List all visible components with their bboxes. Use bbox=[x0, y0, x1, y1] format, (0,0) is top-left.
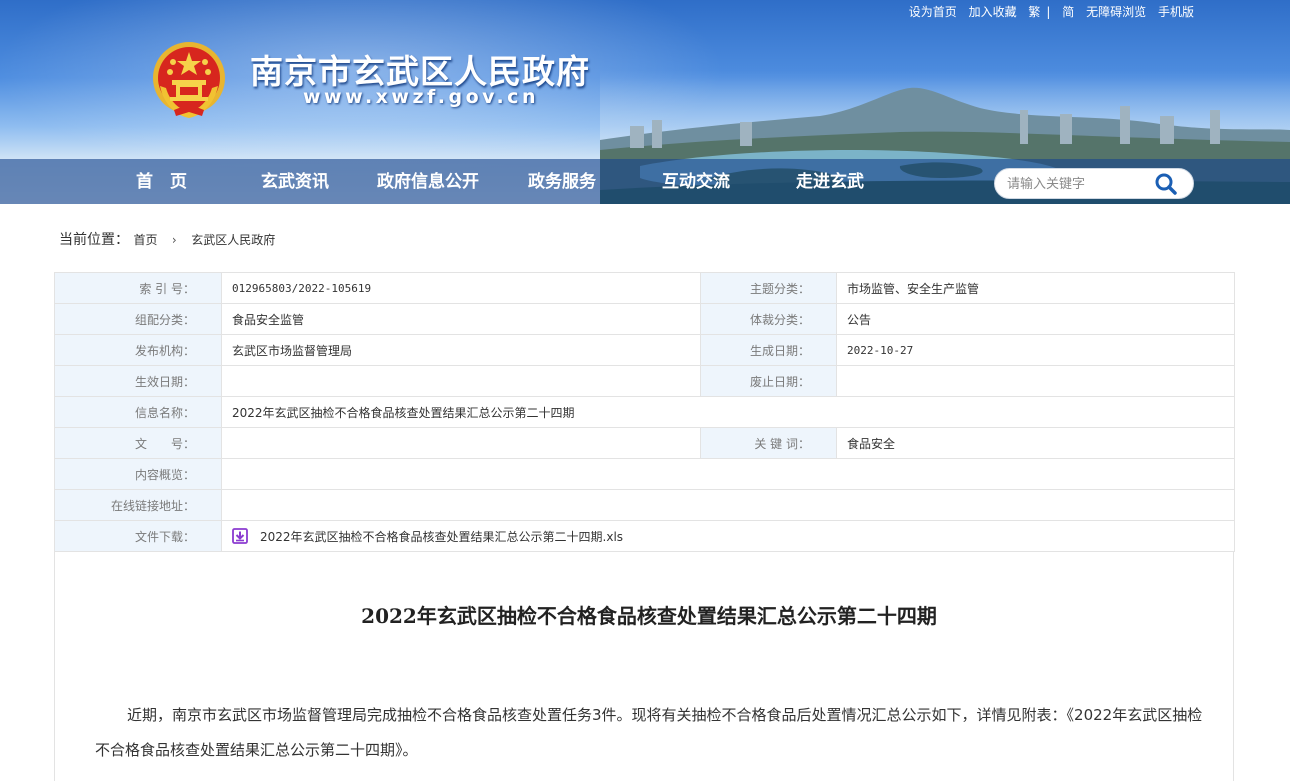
table-row: 生效日期： 废止日期： bbox=[54, 365, 1235, 397]
table-row: 内容概览： bbox=[54, 458, 1235, 490]
search-box bbox=[994, 168, 1194, 199]
expire-date-value bbox=[836, 365, 1235, 397]
search-icon[interactable] bbox=[1153, 172, 1179, 196]
chevron-right-icon: › bbox=[171, 233, 177, 247]
effective-date-value bbox=[221, 365, 701, 397]
effective-date-label: 生效日期： bbox=[54, 365, 222, 397]
created-date-value: 2022-10-27 bbox=[836, 334, 1235, 366]
keywords-label: 关 键 词： bbox=[700, 427, 837, 459]
mobile-version-link[interactable]: 手机版 bbox=[1158, 5, 1194, 19]
index-no-value: 012965803/2022-105619 bbox=[221, 272, 701, 304]
genre-value: 公告 bbox=[836, 303, 1235, 335]
table-row: 信息名称： 2022年玄武区抽检不合格食品核查处置结果汇总公示第二十四期 bbox=[54, 396, 1235, 428]
file-download-cell: 2022年玄武区抽检不合格食品核查处置结果汇总公示第二十四期.xls bbox=[221, 520, 1235, 552]
keywords-value: 食品安全 bbox=[836, 427, 1235, 459]
file-download-label: 文件下载： bbox=[54, 520, 222, 552]
table-row: 文 号： 关 键 词： 食品安全 bbox=[54, 427, 1235, 459]
summary-label: 内容概览： bbox=[54, 458, 222, 490]
download-file-link[interactable]: 2022年玄武区抽检不合格食品核查处置结果汇总公示第二十四期.xls bbox=[260, 530, 623, 544]
publisher-value: 玄武区市场监督管理局 bbox=[221, 334, 701, 366]
breadcrumb-label: 当前位置： bbox=[59, 232, 129, 248]
nav-home[interactable]: 首 页 bbox=[136, 159, 187, 204]
genre-label: 体裁分类： bbox=[700, 303, 837, 335]
info-metadata-table: 索 引 号： 012965803/2022-105619 主题分类： 市场监管、… bbox=[54, 272, 1235, 552]
breadcrumb: 当前位置： 首页 › 玄武区人民政府 bbox=[59, 229, 275, 249]
article-body: 近期，南京市玄武区市场监督管理局完成抽检不合格食品核查处置任务3件。现将有关抽检… bbox=[95, 706, 1203, 759]
index-no-label: 索 引 号： bbox=[54, 272, 222, 304]
table-row: 索 引 号： 012965803/2022-105619 主题分类： 市场监管、… bbox=[54, 272, 1235, 304]
site-url: www.xwzf.gov.cn bbox=[303, 86, 539, 108]
created-date-label: 生成日期： bbox=[700, 334, 837, 366]
info-name-value: 2022年玄武区抽检不合格食品核查处置结果汇总公示第二十四期 bbox=[221, 396, 1235, 428]
nav-gov-info-disclosure[interactable]: 政府信息公开 bbox=[377, 159, 479, 204]
online-link-label: 在线链接地址： bbox=[54, 489, 222, 521]
national-emblem-icon[interactable] bbox=[150, 40, 228, 122]
doc-no-value bbox=[221, 427, 701, 459]
download-icon[interactable] bbox=[232, 528, 248, 544]
online-link-value bbox=[221, 489, 1235, 521]
table-row: 组配分类： 食品安全监管 体裁分类： 公告 bbox=[54, 303, 1235, 335]
accessibility-link[interactable]: 无障碍浏览 bbox=[1086, 5, 1146, 19]
divider: | bbox=[1046, 5, 1051, 19]
set-homepage-link[interactable]: 设为首页 bbox=[909, 5, 957, 19]
breadcrumb-district-gov-link[interactable]: 玄武区人民政府 bbox=[191, 233, 275, 247]
traditional-chinese-link[interactable]: 繁 bbox=[1028, 5, 1040, 19]
expire-date-label: 废止日期： bbox=[700, 365, 837, 397]
nav-interaction[interactable]: 互动交流 bbox=[662, 159, 730, 204]
group-label: 组配分类： bbox=[54, 303, 222, 335]
breadcrumb-home-link[interactable]: 首页 bbox=[133, 233, 157, 247]
nav-gov-services[interactable]: 政务服务 bbox=[528, 159, 596, 204]
nav-about-xuanwu[interactable]: 走进玄武 bbox=[796, 159, 864, 204]
table-row: 发布机构： 玄武区市场监督管理局 生成日期： 2022-10-27 bbox=[54, 334, 1235, 366]
group-value: 食品安全监管 bbox=[221, 303, 701, 335]
simplified-chinese-link[interactable]: 简 bbox=[1062, 5, 1074, 19]
table-row: 文件下载： 2022年玄武区抽检不合格食品核查处置结果汇总公示第二十四期.xls bbox=[54, 520, 1235, 552]
doc-no-label: 文 号： bbox=[54, 427, 222, 459]
add-favorite-link[interactable]: 加入收藏 bbox=[969, 5, 1017, 19]
info-name-label: 信息名称： bbox=[54, 396, 222, 428]
summary-value bbox=[221, 458, 1235, 490]
search-input[interactable] bbox=[1007, 172, 1147, 196]
top-links: 设为首页 加入收藏 繁 | 简 无障碍浏览 手机版 bbox=[901, 3, 1194, 20]
nav-xuanwu-news[interactable]: 玄武资讯 bbox=[261, 159, 329, 204]
publisher-label: 发布机构： bbox=[54, 334, 222, 366]
article-title: 2022年玄武区抽检不合格食品核查处置结果汇总公示第二十四期 bbox=[361, 604, 937, 628]
topic-label: 主题分类： bbox=[700, 272, 837, 304]
topic-value: 市场监管、安全生产监管 bbox=[836, 272, 1235, 304]
table-row: 在线链接地址： bbox=[54, 489, 1235, 521]
